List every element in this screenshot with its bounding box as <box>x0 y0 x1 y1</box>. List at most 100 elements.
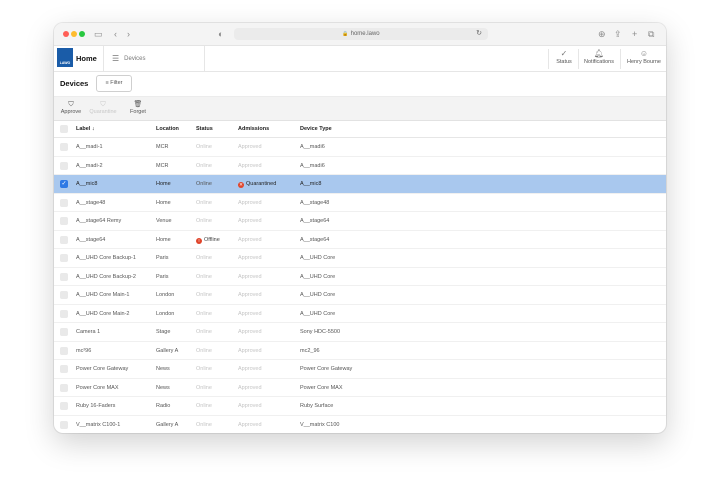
device-type: mc2_96 <box>300 347 320 354</box>
device-admission: Approved <box>238 403 262 409</box>
device-label: Power Core MAX <box>76 384 119 391</box>
table-row[interactable]: A__stage64 Home ! Offline Approved A__stage64 <box>54 231 666 249</box>
action-bar: ⛉ Approve ⛉ Quarantine 🗑︎ Forget <box>54 97 666 121</box>
bell-icon: 🔔︎ <box>593 49 605 58</box>
device-location: Venue <box>156 218 172 224</box>
row-checkbox[interactable] <box>60 198 68 207</box>
row-checkbox[interactable] <box>60 346 68 355</box>
table-row[interactable]: Power Core Gateway News Online Approved Powe… <box>54 360 666 379</box>
tabs-overview-icon[interactable]: ⧉ <box>648 28 654 40</box>
table-row[interactable]: A__UHD Core Backup-1 Paris Online Approved A… <box>54 249 666 268</box>
device-location: Home <box>156 181 171 187</box>
table-row[interactable]: A__madi-1 MCR Online Approved A__madi6 <box>54 138 666 157</box>
table-row[interactable]: Camera 1 Stage Online Approved Sony HDC-5500 <box>54 323 666 342</box>
trash-icon: 🗑︎ <box>133 101 143 108</box>
table-row[interactable]: A__madi-2 MCR Online Approved A__madi6 <box>54 157 666 175</box>
device-status: Online <box>196 292 212 298</box>
user-icon: ☺ <box>639 49 649 58</box>
sidebar-toggle-icon[interactable]: ▭ <box>94 28 103 40</box>
reload-icon[interactable]: ↻ <box>476 28 482 40</box>
approve-button[interactable]: ⛉ Approve <box>58 100 84 115</box>
table-row[interactable]: Power Core MAX News Online Approved Power Co… <box>54 379 666 397</box>
checkmark-icon: ✓ <box>560 49 568 58</box>
minimize-window-button[interactable] <box>71 31 77 37</box>
table-row[interactable]: V__matrix C100-1 Gallery A Online Approved V… <box>54 416 666 434</box>
breadcrumb[interactable]: ☰ Devices <box>103 46 205 71</box>
table-row[interactable]: Ruby 16-Faders Radio Online Approved Ruby Su… <box>54 397 666 416</box>
device-admission: ✕ Quarantined <box>238 181 277 188</box>
download-icon[interactable]: ⊕ <box>598 28 606 40</box>
row-checkbox[interactable] <box>60 161 68 170</box>
device-status: Online <box>196 421 212 428</box>
user-menu-button[interactable]: ☺ Henry Bourne <box>620 49 666 69</box>
device-admission: Approved <box>238 384 262 391</box>
device-type: A__stage64 <box>300 236 330 243</box>
row-checkbox[interactable] <box>60 291 68 299</box>
device-status: Online <box>196 199 212 206</box>
back-icon[interactable]: ‹ <box>114 28 117 40</box>
device-location: Home <box>156 236 171 243</box>
select-all-checkbox[interactable] <box>60 125 68 133</box>
table-row[interactable]: A__stage48 Home Online Approved A__stage48 <box>54 194 666 212</box>
privacy-icon[interactable]: ◐ <box>218 28 223 40</box>
device-label: mc²96 <box>76 347 92 354</box>
row-checkbox[interactable] <box>60 272 68 281</box>
device-type: A__stage64 <box>300 218 330 224</box>
device-status: Online <box>196 273 212 280</box>
device-admission: Approved <box>238 144 262 150</box>
zoom-window-button[interactable] <box>79 31 85 37</box>
device-label: A__mic8 <box>76 181 98 187</box>
row-checkbox[interactable] <box>60 420 68 429</box>
device-label: Ruby 16-Faders <box>76 403 116 409</box>
column-admissions[interactable]: Admissions <box>238 126 269 132</box>
device-label: Camera 1 <box>76 329 101 335</box>
close-window-button[interactable] <box>63 31 69 37</box>
browser-window: ▭ ‹ › ◐ 🔒 home.lawo ↻ ⊕ ⇪ + ⧉ LAWO Home ☰… <box>54 23 666 433</box>
column-status[interactable]: Status <box>196 126 213 132</box>
device-type: Power Core MAX <box>300 384 343 391</box>
table-row[interactable]: A__UHD Core Main-1 London Online Approved A_… <box>54 286 666 305</box>
forward-icon[interactable]: › <box>127 28 130 40</box>
device-type: A__UHD Core <box>300 292 336 298</box>
device-location: Radio <box>156 403 171 409</box>
table-row[interactable]: A__UHD Core Backup-2 Paris Online Approved A… <box>54 268 666 286</box>
share-icon[interactable]: ⇪ <box>614 28 622 40</box>
lawo-logo: LAWO <box>57 48 73 67</box>
device-label: A__UHD Core Backup-2 <box>76 273 136 280</box>
row-checkbox[interactable] <box>60 309 68 318</box>
row-checkbox[interactable] <box>60 217 68 225</box>
table-row[interactable]: ✓ A__mic8 Home Online ✕ Quarantined A__mic8 <box>54 175 666 194</box>
table-row[interactable]: A__UHD Core Main-2 London Online Approved A_… <box>54 305 666 323</box>
forget-button[interactable]: 🗑︎ Forget <box>126 100 150 115</box>
row-checkbox[interactable] <box>60 328 68 336</box>
column-location[interactable]: Location <box>156 126 179 132</box>
device-admission: Approved <box>238 218 262 224</box>
notifications-button[interactable]: 🔔︎ Notifications <box>578 49 619 69</box>
row-checkbox[interactable] <box>60 143 68 151</box>
row-checkbox[interactable]: ✓ <box>60 180 68 188</box>
row-checkbox[interactable] <box>60 254 68 262</box>
home-link[interactable]: Home <box>73 46 106 71</box>
device-type: A__madi6 <box>300 144 325 150</box>
alert-icon: ! <box>196 237 202 244</box>
row-checkbox[interactable] <box>60 383 68 392</box>
row-checkbox[interactable] <box>60 365 68 373</box>
row-checkbox[interactable] <box>60 402 68 410</box>
address-bar[interactable]: 🔒 home.lawo ↻ <box>234 28 488 40</box>
table-row[interactable]: A__stage64 Remy Venue Online Approved A__sta… <box>54 212 666 231</box>
device-label: A__madi-2 <box>76 162 103 169</box>
new-tab-icon[interactable]: + <box>632 28 637 40</box>
column-label[interactable]: Label ↓ <box>76 126 95 132</box>
device-label: A__UHD Core Main-2 <box>76 310 130 317</box>
device-type: V__matrix C100 <box>300 421 340 428</box>
row-checkbox[interactable] <box>60 235 68 244</box>
shield-icon: ⛉ <box>100 101 106 108</box>
filter-button[interactable]: ≡ Filter <box>96 75 132 92</box>
column-device-type[interactable]: Device Type <box>300 126 332 132</box>
quarantine-button[interactable]: ⛉ Quarantine <box>86 100 120 115</box>
device-status: Online <box>196 181 212 187</box>
device-type: Power Core Gateway <box>300 366 353 372</box>
table-row[interactable]: mc²96 Gallery A Online Approved mc2_96 <box>54 342 666 360</box>
status-button[interactable]: ✓ Status <box>548 49 577 69</box>
device-status: Online <box>196 403 212 409</box>
